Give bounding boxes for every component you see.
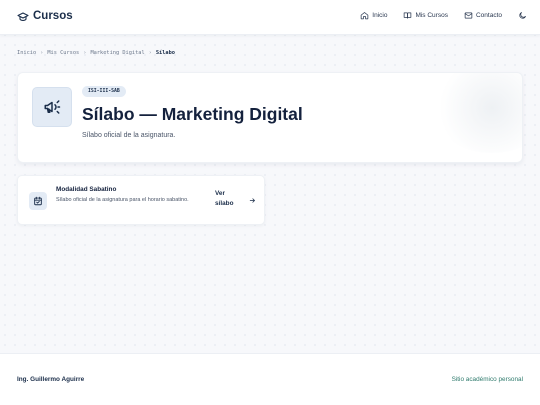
brand-name: Cursos bbox=[33, 10, 73, 22]
site-footer: Ing. Guillermo Aguirre Sitio académico p… bbox=[0, 353, 540, 405]
card-description: Sílabo oficial de la asignatura para el … bbox=[56, 197, 189, 203]
course-icon-box bbox=[32, 87, 72, 127]
nav-item-label: Contacto bbox=[475, 12, 502, 19]
page-subtitle: Sílabo oficial de la asignatura. bbox=[82, 132, 176, 139]
page-title: Sílabo — Marketing Digital bbox=[82, 104, 303, 124]
breadcrumb: Inicio › Mis Cursos › Marketing Digital … bbox=[17, 50, 175, 56]
footer-site-link[interactable]: Sitio académico personal bbox=[452, 376, 523, 383]
arrow-right-icon bbox=[249, 198, 255, 203]
nav-item-label: Mis Cursos bbox=[415, 12, 448, 19]
home-icon bbox=[361, 12, 369, 20]
course-code-badge: ISI-III-SAB bbox=[82, 86, 126, 97]
breadcrumb-item-inicio[interactable]: Inicio bbox=[17, 50, 36, 56]
chevron-right-icon: › bbox=[83, 50, 87, 56]
top-navbar: Cursos Inicio Mis Cursos Contacto bbox=[0, 0, 540, 35]
card-icon-box bbox=[29, 192, 47, 210]
breadcrumb-item-mis-cursos[interactable]: Mis Cursos bbox=[47, 50, 79, 56]
footer-author: Ing. Guillermo Aguirre bbox=[17, 376, 85, 383]
page-header-card: ISI-III-SAB Sílabo — Marketing Digital S… bbox=[17, 72, 523, 163]
decorative-glow bbox=[432, 73, 522, 153]
graduation-cap-icon bbox=[17, 10, 29, 22]
syllabus-card: Modalidad Sabatino Sílabo oficial de la … bbox=[17, 175, 265, 225]
megaphone-icon bbox=[44, 100, 61, 114]
chevron-right-icon: › bbox=[40, 50, 44, 56]
calendar-icon bbox=[34, 196, 42, 206]
nav-item-contacto[interactable]: Contacto bbox=[464, 11, 502, 20]
nav-item-label: Inicio bbox=[372, 12, 388, 19]
brand-link[interactable]: Cursos bbox=[17, 10, 73, 22]
nav-item-inicio[interactable]: Inicio bbox=[360, 11, 387, 20]
view-syllabus-label: Ver sílabo bbox=[215, 190, 234, 207]
chevron-right-icon: › bbox=[148, 50, 152, 56]
theme-toggle-button[interactable] bbox=[518, 11, 527, 20]
book-icon bbox=[404, 12, 412, 19]
breadcrumb-current: Sílabo bbox=[155, 50, 175, 56]
main-nav: Inicio Mis Cursos Contacto bbox=[344, 11, 527, 20]
mail-icon bbox=[464, 12, 473, 19]
view-syllabus-link[interactable]: Ver sílabo bbox=[215, 189, 260, 213]
moon-icon bbox=[519, 12, 526, 19]
card-title: Modalidad Sabatino bbox=[56, 186, 117, 193]
breadcrumb-item-course[interactable]: Marketing Digital bbox=[90, 50, 144, 56]
nav-item-mis-cursos[interactable]: Mis Cursos bbox=[403, 11, 448, 20]
